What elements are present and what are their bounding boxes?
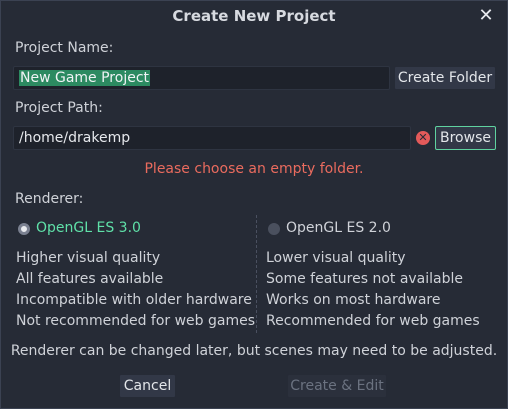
gles2-line: Some features not available bbox=[266, 271, 464, 287]
gles2-line: Works on most hardware bbox=[266, 292, 441, 308]
gles2-description: Lower visual quality Some features not a… bbox=[266, 248, 480, 332]
project-name-label: Project Name: bbox=[15, 40, 114, 56]
close-icon[interactable]: ✕ bbox=[475, 5, 497, 27]
renderer-note: Renderer can be changed later, but scene… bbox=[10, 343, 498, 359]
gles3-description: Higher visual quality All features avail… bbox=[16, 248, 255, 332]
browse-button[interactable]: Browse bbox=[435, 126, 496, 150]
gles3-line: Not recommended for web games bbox=[16, 313, 256, 329]
project-name-input[interactable]: New Game Project bbox=[13, 66, 390, 90]
project-name-value: New Game Project bbox=[19, 70, 151, 86]
gles3-line: Incompatible with older hardware bbox=[16, 292, 252, 308]
dialog-body: Project Name: New Game Project Create Fo… bbox=[1, 33, 507, 408]
project-path-input[interactable]: /home/drakemp bbox=[13, 126, 411, 150]
radio-label-opengl-es3[interactable]: OpenGL ES 3.0 bbox=[36, 220, 141, 236]
create-edit-button[interactable]: Create & Edit bbox=[287, 374, 387, 398]
error-message: Please choose an empty folder. bbox=[144, 161, 364, 177]
radio-opengl-es3[interactable] bbox=[18, 223, 30, 235]
renderer-label: Renderer: bbox=[15, 191, 84, 207]
renderer-divider bbox=[256, 215, 258, 333]
dialog-title: Create New Project bbox=[172, 7, 336, 25]
error-icon: ✕ bbox=[416, 131, 430, 145]
radio-opengl-es2[interactable] bbox=[268, 223, 280, 235]
dialog-titlebar: Create New Project ✕ bbox=[1, 1, 507, 33]
radio-label-opengl-es2[interactable]: OpenGL ES 2.0 bbox=[286, 220, 391, 236]
create-folder-button[interactable]: Create Folder bbox=[394, 66, 496, 90]
gles3-line: All features available bbox=[16, 271, 164, 287]
gles2-line: Recommended for web games bbox=[266, 313, 480, 329]
gles3-line: Higher visual quality bbox=[16, 250, 161, 266]
gles2-line: Lower visual quality bbox=[266, 250, 406, 266]
project-path-label: Project Path: bbox=[15, 100, 103, 116]
create-project-dialog: Create New Project ✕ Project Name: New G… bbox=[0, 0, 508, 409]
cancel-button[interactable]: Cancel bbox=[119, 374, 176, 398]
